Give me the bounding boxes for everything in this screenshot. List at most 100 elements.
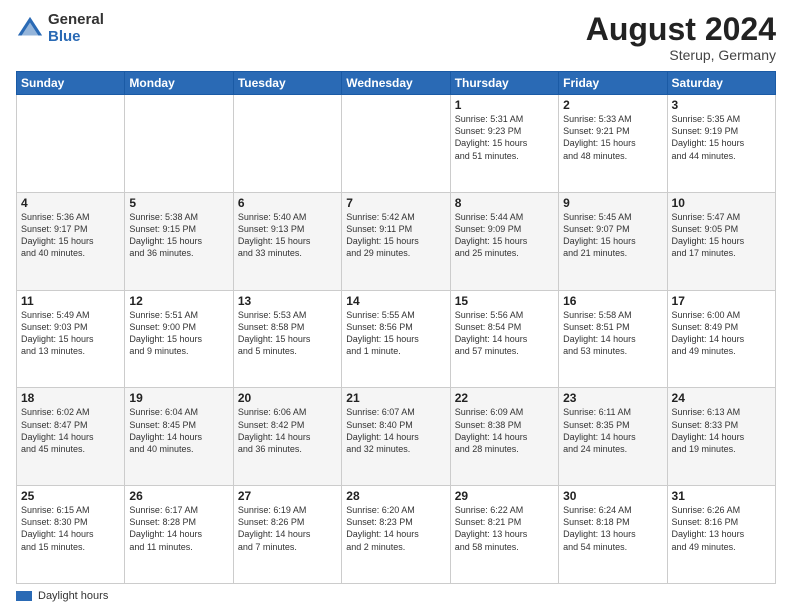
day-number: 8 bbox=[455, 196, 554, 210]
day-number: 16 bbox=[563, 294, 662, 308]
day-number: 17 bbox=[672, 294, 771, 308]
day-info: Sunrise: 6:19 AM Sunset: 8:26 PM Dayligh… bbox=[238, 504, 337, 553]
calendar-week-row: 4Sunrise: 5:36 AM Sunset: 9:17 PM Daylig… bbox=[17, 192, 776, 290]
day-number: 28 bbox=[346, 489, 445, 503]
logo-text: General Blue bbox=[48, 12, 104, 45]
day-number: 3 bbox=[672, 98, 771, 112]
table-row: 13Sunrise: 5:53 AM Sunset: 8:58 PM Dayli… bbox=[233, 290, 341, 388]
legend-color-box bbox=[16, 591, 32, 601]
calendar-week-row: 25Sunrise: 6:15 AM Sunset: 8:30 PM Dayli… bbox=[17, 486, 776, 584]
logo: General Blue bbox=[16, 12, 104, 45]
day-number: 24 bbox=[672, 391, 771, 405]
day-info: Sunrise: 6:24 AM Sunset: 8:18 PM Dayligh… bbox=[563, 504, 662, 553]
day-number: 22 bbox=[455, 391, 554, 405]
day-number: 9 bbox=[563, 196, 662, 210]
day-info: Sunrise: 6:06 AM Sunset: 8:42 PM Dayligh… bbox=[238, 406, 337, 455]
table-row: 19Sunrise: 6:04 AM Sunset: 8:45 PM Dayli… bbox=[125, 388, 233, 486]
table-row: 16Sunrise: 5:58 AM Sunset: 8:51 PM Dayli… bbox=[559, 290, 667, 388]
table-row: 7Sunrise: 5:42 AM Sunset: 9:11 PM Daylig… bbox=[342, 192, 450, 290]
calendar-table: Sunday Monday Tuesday Wednesday Thursday… bbox=[16, 71, 776, 584]
table-row: 21Sunrise: 6:07 AM Sunset: 8:40 PM Dayli… bbox=[342, 388, 450, 486]
col-friday: Friday bbox=[559, 72, 667, 95]
day-number: 12 bbox=[129, 294, 228, 308]
table-row: 31Sunrise: 6:26 AM Sunset: 8:16 PM Dayli… bbox=[667, 486, 775, 584]
table-row: 29Sunrise: 6:22 AM Sunset: 8:21 PM Dayli… bbox=[450, 486, 558, 584]
table-row: 24Sunrise: 6:13 AM Sunset: 8:33 PM Dayli… bbox=[667, 388, 775, 486]
day-number: 27 bbox=[238, 489, 337, 503]
day-number: 1 bbox=[455, 98, 554, 112]
table-row: 10Sunrise: 5:47 AM Sunset: 9:05 PM Dayli… bbox=[667, 192, 775, 290]
table-row: 3Sunrise: 5:35 AM Sunset: 9:19 PM Daylig… bbox=[667, 95, 775, 193]
day-number: 20 bbox=[238, 391, 337, 405]
day-number: 15 bbox=[455, 294, 554, 308]
day-number: 19 bbox=[129, 391, 228, 405]
day-number: 26 bbox=[129, 489, 228, 503]
col-thursday: Thursday bbox=[450, 72, 558, 95]
day-number: 11 bbox=[21, 294, 120, 308]
table-row: 14Sunrise: 5:55 AM Sunset: 8:56 PM Dayli… bbox=[342, 290, 450, 388]
calendar-week-row: 11Sunrise: 5:49 AM Sunset: 9:03 PM Dayli… bbox=[17, 290, 776, 388]
page: General Blue August 2024 Sterup, Germany… bbox=[0, 0, 792, 612]
col-monday: Monday bbox=[125, 72, 233, 95]
day-info: Sunrise: 6:09 AM Sunset: 8:38 PM Dayligh… bbox=[455, 406, 554, 455]
day-info: Sunrise: 6:13 AM Sunset: 8:33 PM Dayligh… bbox=[672, 406, 771, 455]
table-row: 12Sunrise: 5:51 AM Sunset: 9:00 PM Dayli… bbox=[125, 290, 233, 388]
day-info: Sunrise: 5:58 AM Sunset: 8:51 PM Dayligh… bbox=[563, 309, 662, 358]
day-number: 5 bbox=[129, 196, 228, 210]
title-block: August 2024 Sterup, Germany bbox=[586, 12, 776, 63]
day-info: Sunrise: 6:02 AM Sunset: 8:47 PM Dayligh… bbox=[21, 406, 120, 455]
header: General Blue August 2024 Sterup, Germany bbox=[16, 12, 776, 63]
day-info: Sunrise: 6:22 AM Sunset: 8:21 PM Dayligh… bbox=[455, 504, 554, 553]
day-info: Sunrise: 5:47 AM Sunset: 9:05 PM Dayligh… bbox=[672, 211, 771, 260]
table-row: 23Sunrise: 6:11 AM Sunset: 8:35 PM Dayli… bbox=[559, 388, 667, 486]
calendar-week-row: 1Sunrise: 5:31 AM Sunset: 9:23 PM Daylig… bbox=[17, 95, 776, 193]
calendar-header-row: Sunday Monday Tuesday Wednesday Thursday… bbox=[17, 72, 776, 95]
day-info: Sunrise: 6:15 AM Sunset: 8:30 PM Dayligh… bbox=[21, 504, 120, 553]
legend: Daylight hours bbox=[16, 590, 776, 602]
calendar-week-row: 18Sunrise: 6:02 AM Sunset: 8:47 PM Dayli… bbox=[17, 388, 776, 486]
day-info: Sunrise: 5:55 AM Sunset: 8:56 PM Dayligh… bbox=[346, 309, 445, 358]
table-row bbox=[125, 95, 233, 193]
day-number: 10 bbox=[672, 196, 771, 210]
day-info: Sunrise: 5:51 AM Sunset: 9:00 PM Dayligh… bbox=[129, 309, 228, 358]
table-row: 5Sunrise: 5:38 AM Sunset: 9:15 PM Daylig… bbox=[125, 192, 233, 290]
logo-general: General bbox=[48, 12, 104, 29]
day-info: Sunrise: 5:36 AM Sunset: 9:17 PM Dayligh… bbox=[21, 211, 120, 260]
table-row: 17Sunrise: 6:00 AM Sunset: 8:49 PM Dayli… bbox=[667, 290, 775, 388]
table-row bbox=[342, 95, 450, 193]
table-row bbox=[17, 95, 125, 193]
day-info: Sunrise: 6:07 AM Sunset: 8:40 PM Dayligh… bbox=[346, 406, 445, 455]
table-row: 25Sunrise: 6:15 AM Sunset: 8:30 PM Dayli… bbox=[17, 486, 125, 584]
day-number: 4 bbox=[21, 196, 120, 210]
logo-icon bbox=[16, 15, 44, 43]
month-title: August 2024 bbox=[586, 12, 776, 47]
day-info: Sunrise: 6:26 AM Sunset: 8:16 PM Dayligh… bbox=[672, 504, 771, 553]
col-sunday: Sunday bbox=[17, 72, 125, 95]
col-wednesday: Wednesday bbox=[342, 72, 450, 95]
day-info: Sunrise: 5:38 AM Sunset: 9:15 PM Dayligh… bbox=[129, 211, 228, 260]
table-row: 27Sunrise: 6:19 AM Sunset: 8:26 PM Dayli… bbox=[233, 486, 341, 584]
day-info: Sunrise: 6:17 AM Sunset: 8:28 PM Dayligh… bbox=[129, 504, 228, 553]
day-info: Sunrise: 5:49 AM Sunset: 9:03 PM Dayligh… bbox=[21, 309, 120, 358]
day-info: Sunrise: 5:35 AM Sunset: 9:19 PM Dayligh… bbox=[672, 113, 771, 162]
logo-blue: Blue bbox=[48, 29, 104, 46]
table-row: 26Sunrise: 6:17 AM Sunset: 8:28 PM Dayli… bbox=[125, 486, 233, 584]
table-row: 28Sunrise: 6:20 AM Sunset: 8:23 PM Dayli… bbox=[342, 486, 450, 584]
legend-label: Daylight hours bbox=[38, 590, 108, 602]
table-row: 30Sunrise: 6:24 AM Sunset: 8:18 PM Dayli… bbox=[559, 486, 667, 584]
table-row: 1Sunrise: 5:31 AM Sunset: 9:23 PM Daylig… bbox=[450, 95, 558, 193]
day-number: 21 bbox=[346, 391, 445, 405]
location: Sterup, Germany bbox=[586, 47, 776, 63]
day-info: Sunrise: 5:56 AM Sunset: 8:54 PM Dayligh… bbox=[455, 309, 554, 358]
table-row: 18Sunrise: 6:02 AM Sunset: 8:47 PM Dayli… bbox=[17, 388, 125, 486]
day-number: 30 bbox=[563, 489, 662, 503]
table-row bbox=[233, 95, 341, 193]
table-row: 15Sunrise: 5:56 AM Sunset: 8:54 PM Dayli… bbox=[450, 290, 558, 388]
table-row: 8Sunrise: 5:44 AM Sunset: 9:09 PM Daylig… bbox=[450, 192, 558, 290]
day-info: Sunrise: 5:33 AM Sunset: 9:21 PM Dayligh… bbox=[563, 113, 662, 162]
col-tuesday: Tuesday bbox=[233, 72, 341, 95]
day-info: Sunrise: 5:42 AM Sunset: 9:11 PM Dayligh… bbox=[346, 211, 445, 260]
day-number: 25 bbox=[21, 489, 120, 503]
table-row: 6Sunrise: 5:40 AM Sunset: 9:13 PM Daylig… bbox=[233, 192, 341, 290]
day-info: Sunrise: 6:20 AM Sunset: 8:23 PM Dayligh… bbox=[346, 504, 445, 553]
